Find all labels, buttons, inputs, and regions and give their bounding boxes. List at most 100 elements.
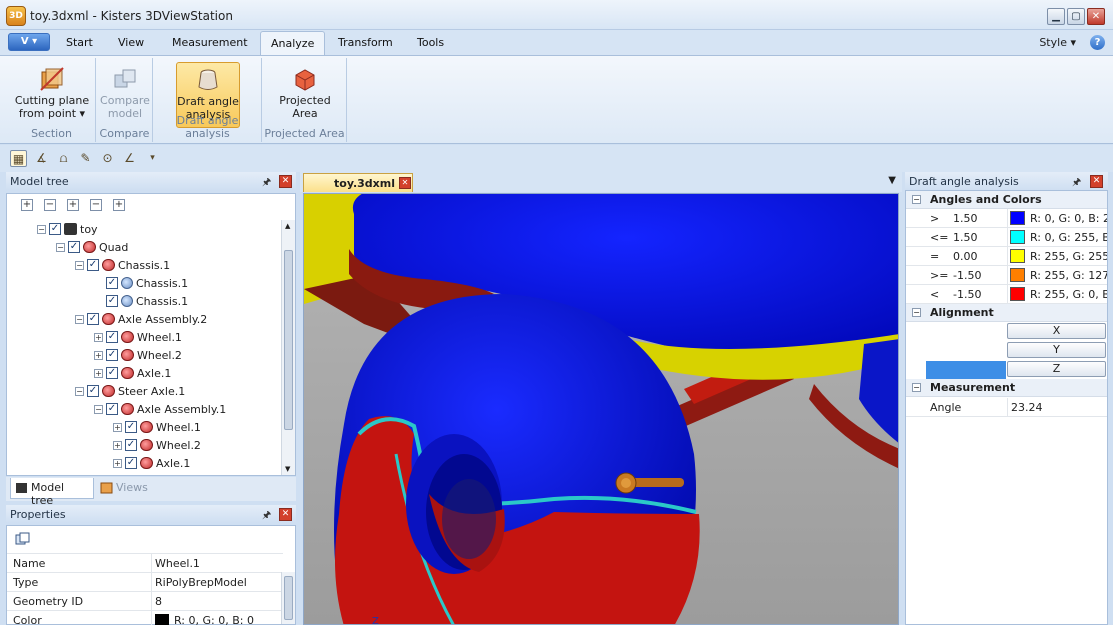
collapse-icon[interactable]: − — [912, 308, 921, 317]
color-swatch[interactable] — [1010, 287, 1025, 301]
model-render[interactable]: Z — [304, 194, 899, 625]
tree-node[interactable]: + ✓ Axle.1 — [113, 454, 190, 472]
expand-icon[interactable]: + — [113, 458, 122, 468]
properties-scrollbar[interactable] — [281, 572, 295, 624]
measurement-value[interactable]: 23.24 — [1011, 401, 1088, 414]
close-icon[interactable]: ✕ — [1087, 8, 1105, 25]
color-swatch[interactable] — [1010, 249, 1025, 263]
visibility-checkbox[interactable]: ✓ — [106, 367, 118, 379]
properties-scroll-thumb[interactable] — [284, 576, 293, 620]
tree-node[interactable]: − ✓ Axle Assembly.1 — [94, 400, 226, 418]
select-tool-icon[interactable]: ▦ — [10, 150, 27, 167]
cutting-plane-button[interactable]: Cutting plane from point ▾ — [12, 62, 92, 126]
collapse-all-icon[interactable]: − — [44, 199, 56, 211]
pin-icon[interactable]: 🖈 — [262, 175, 271, 192]
maximize-icon[interactable]: ▢ — [1067, 8, 1085, 25]
toolbar-more-icon[interactable]: ▾ — [144, 150, 161, 167]
collapse-icon[interactable]: − — [912, 383, 921, 392]
expand-icon[interactable]: + — [94, 332, 103, 342]
tree-node[interactable]: + ✓ Wheel.2 — [113, 436, 201, 454]
pin-icon[interactable]: 🖈 — [262, 508, 271, 525]
tree-node[interactable]: ✓ Chassis.1 — [94, 274, 188, 292]
expand-icon[interactable]: + — [94, 368, 103, 378]
visibility-checkbox[interactable]: ✓ — [106, 295, 118, 307]
tab-start[interactable]: Start — [66, 36, 93, 49]
compare-model-button[interactable]: Compare model — [99, 62, 151, 126]
expand-icon[interactable]: + — [113, 440, 122, 450]
category-alignment[interactable]: − Alignment — [906, 304, 1107, 322]
close-icon[interactable]: ✕ — [279, 175, 292, 188]
3d-viewport[interactable]: Z — [303, 193, 899, 625]
visibility-checkbox[interactable]: ✓ — [68, 241, 80, 253]
marker-tool-icon[interactable]: ✎ — [77, 150, 94, 167]
expand-all-icon[interactable]: + — [21, 199, 33, 211]
tab-model-tree[interactable]: Model tree — [10, 478, 94, 507]
visibility-checkbox[interactable]: ✓ — [125, 421, 137, 433]
visibility-checkbox[interactable]: ✓ — [87, 259, 99, 271]
angle-color-row[interactable]: >1.50 R: 0, G: 0, B: 25 — [906, 209, 1107, 228]
collapse-icon[interactable]: − — [75, 386, 84, 396]
app-menu-icon[interactable]: V ▾ — [8, 33, 50, 51]
circle-tool-icon[interactable]: ⊙ — [99, 150, 116, 167]
tab-tools[interactable]: Tools — [417, 36, 444, 49]
close-icon[interactable]: ✕ — [1090, 175, 1103, 188]
visibility-checkbox[interactable]: ✓ — [106, 349, 118, 361]
property-value[interactable]: RiPolyBrepModel — [155, 576, 247, 589]
angle-value[interactable]: 1.50 — [953, 212, 978, 225]
tree-node[interactable]: − ✓ Steer Axle.1 — [75, 382, 185, 400]
color-swatch[interactable] — [1010, 211, 1025, 225]
tab-analyze[interactable]: Analyze — [260, 31, 326, 56]
expand-icon[interactable]: + — [67, 199, 79, 211]
document-list-icon[interactable]: ▼ — [888, 175, 896, 186]
tree-scrollbar[interactable]: ▲ ▼ — [281, 220, 295, 475]
tree-node[interactable]: ✓ Chassis.1 — [94, 292, 188, 310]
bracket-tool-icon[interactable]: ⩍ — [55, 150, 72, 167]
angle-color-row[interactable]: >= -1.50 R: 255, G: 127, — [906, 266, 1107, 285]
visibility-checkbox[interactable]: ✓ — [106, 277, 118, 289]
tree-node[interactable]: − ✓ toy — [37, 220, 98, 238]
tree-node[interactable]: + ✓ Axle.1 — [94, 364, 171, 382]
align-z-button[interactable]: Z — [1007, 361, 1106, 377]
visibility-checkbox[interactable]: ✓ — [106, 403, 118, 415]
angle-value[interactable]: 0.00 — [953, 250, 978, 263]
visibility-checkbox[interactable]: ✓ — [87, 385, 99, 397]
expand-icon[interactable]: + — [94, 350, 103, 360]
tab-measurement[interactable]: Measurement — [172, 36, 248, 49]
tree-node[interactable]: − ✓ Chassis.1 — [75, 256, 170, 274]
color-swatch[interactable] — [1010, 268, 1025, 282]
measure-angle-icon[interactable]: ∠ — [121, 150, 138, 167]
copy-properties-icon[interactable] — [15, 532, 31, 546]
alignment-selected-cell[interactable] — [926, 361, 1006, 379]
minimize-icon[interactable]: ▁ — [1047, 8, 1065, 25]
projected-area-button[interactable]: Projected Area — [271, 62, 339, 126]
style-menu[interactable]: Style ▾ — [1039, 36, 1076, 49]
app-logo-icon[interactable]: 3D — [6, 6, 26, 26]
tree-node[interactable]: + ✓ Wheel.1 — [94, 328, 182, 346]
tab-transform[interactable]: Transform — [338, 36, 393, 49]
tree-node[interactable]: − ✓ Axle Assembly.2 — [75, 310, 207, 328]
visibility-checkbox[interactable]: ✓ — [106, 331, 118, 343]
document-tab[interactable]: toy.3dxml ✕ — [303, 173, 413, 192]
category-angles[interactable]: − Angles and Colors — [906, 191, 1107, 209]
tree-node[interactable]: − ✓ Quad — [56, 238, 128, 256]
collapse-icon[interactable]: − — [56, 242, 65, 252]
tree-node[interactable]: + ✓ Wheel.1 — [113, 418, 201, 436]
scroll-down-icon[interactable]: ▼ — [285, 465, 290, 473]
property-value[interactable]: Wheel.1 — [155, 557, 200, 570]
property-value[interactable]: 8 — [155, 595, 162, 608]
color-swatch[interactable] — [155, 614, 169, 625]
tab-views[interactable]: Views — [96, 478, 156, 499]
expand-icon[interactable]: + — [113, 422, 122, 432]
close-icon[interactable]: ✕ — [399, 177, 411, 189]
close-icon[interactable]: ✕ — [279, 508, 292, 521]
angle-color-row[interactable]: <= 1.50 R: 0, G: 255, B: — [906, 228, 1107, 247]
collapse-icon[interactable]: − — [94, 404, 103, 414]
tree-node[interactable]: + ✓ Wheel.2 — [94, 346, 182, 364]
color-swatch[interactable] — [1010, 230, 1025, 244]
expand-level-icon[interactable]: + — [113, 199, 125, 211]
tree-scroll-thumb[interactable] — [284, 250, 293, 430]
help-icon[interactable]: ? — [1090, 35, 1105, 50]
collapse-icon[interactable]: − — [75, 314, 84, 324]
angle-color-row[interactable]: < -1.50 R: 255, G: 0, B: — [906, 285, 1107, 304]
collapse-icon[interactable]: − — [37, 224, 46, 234]
